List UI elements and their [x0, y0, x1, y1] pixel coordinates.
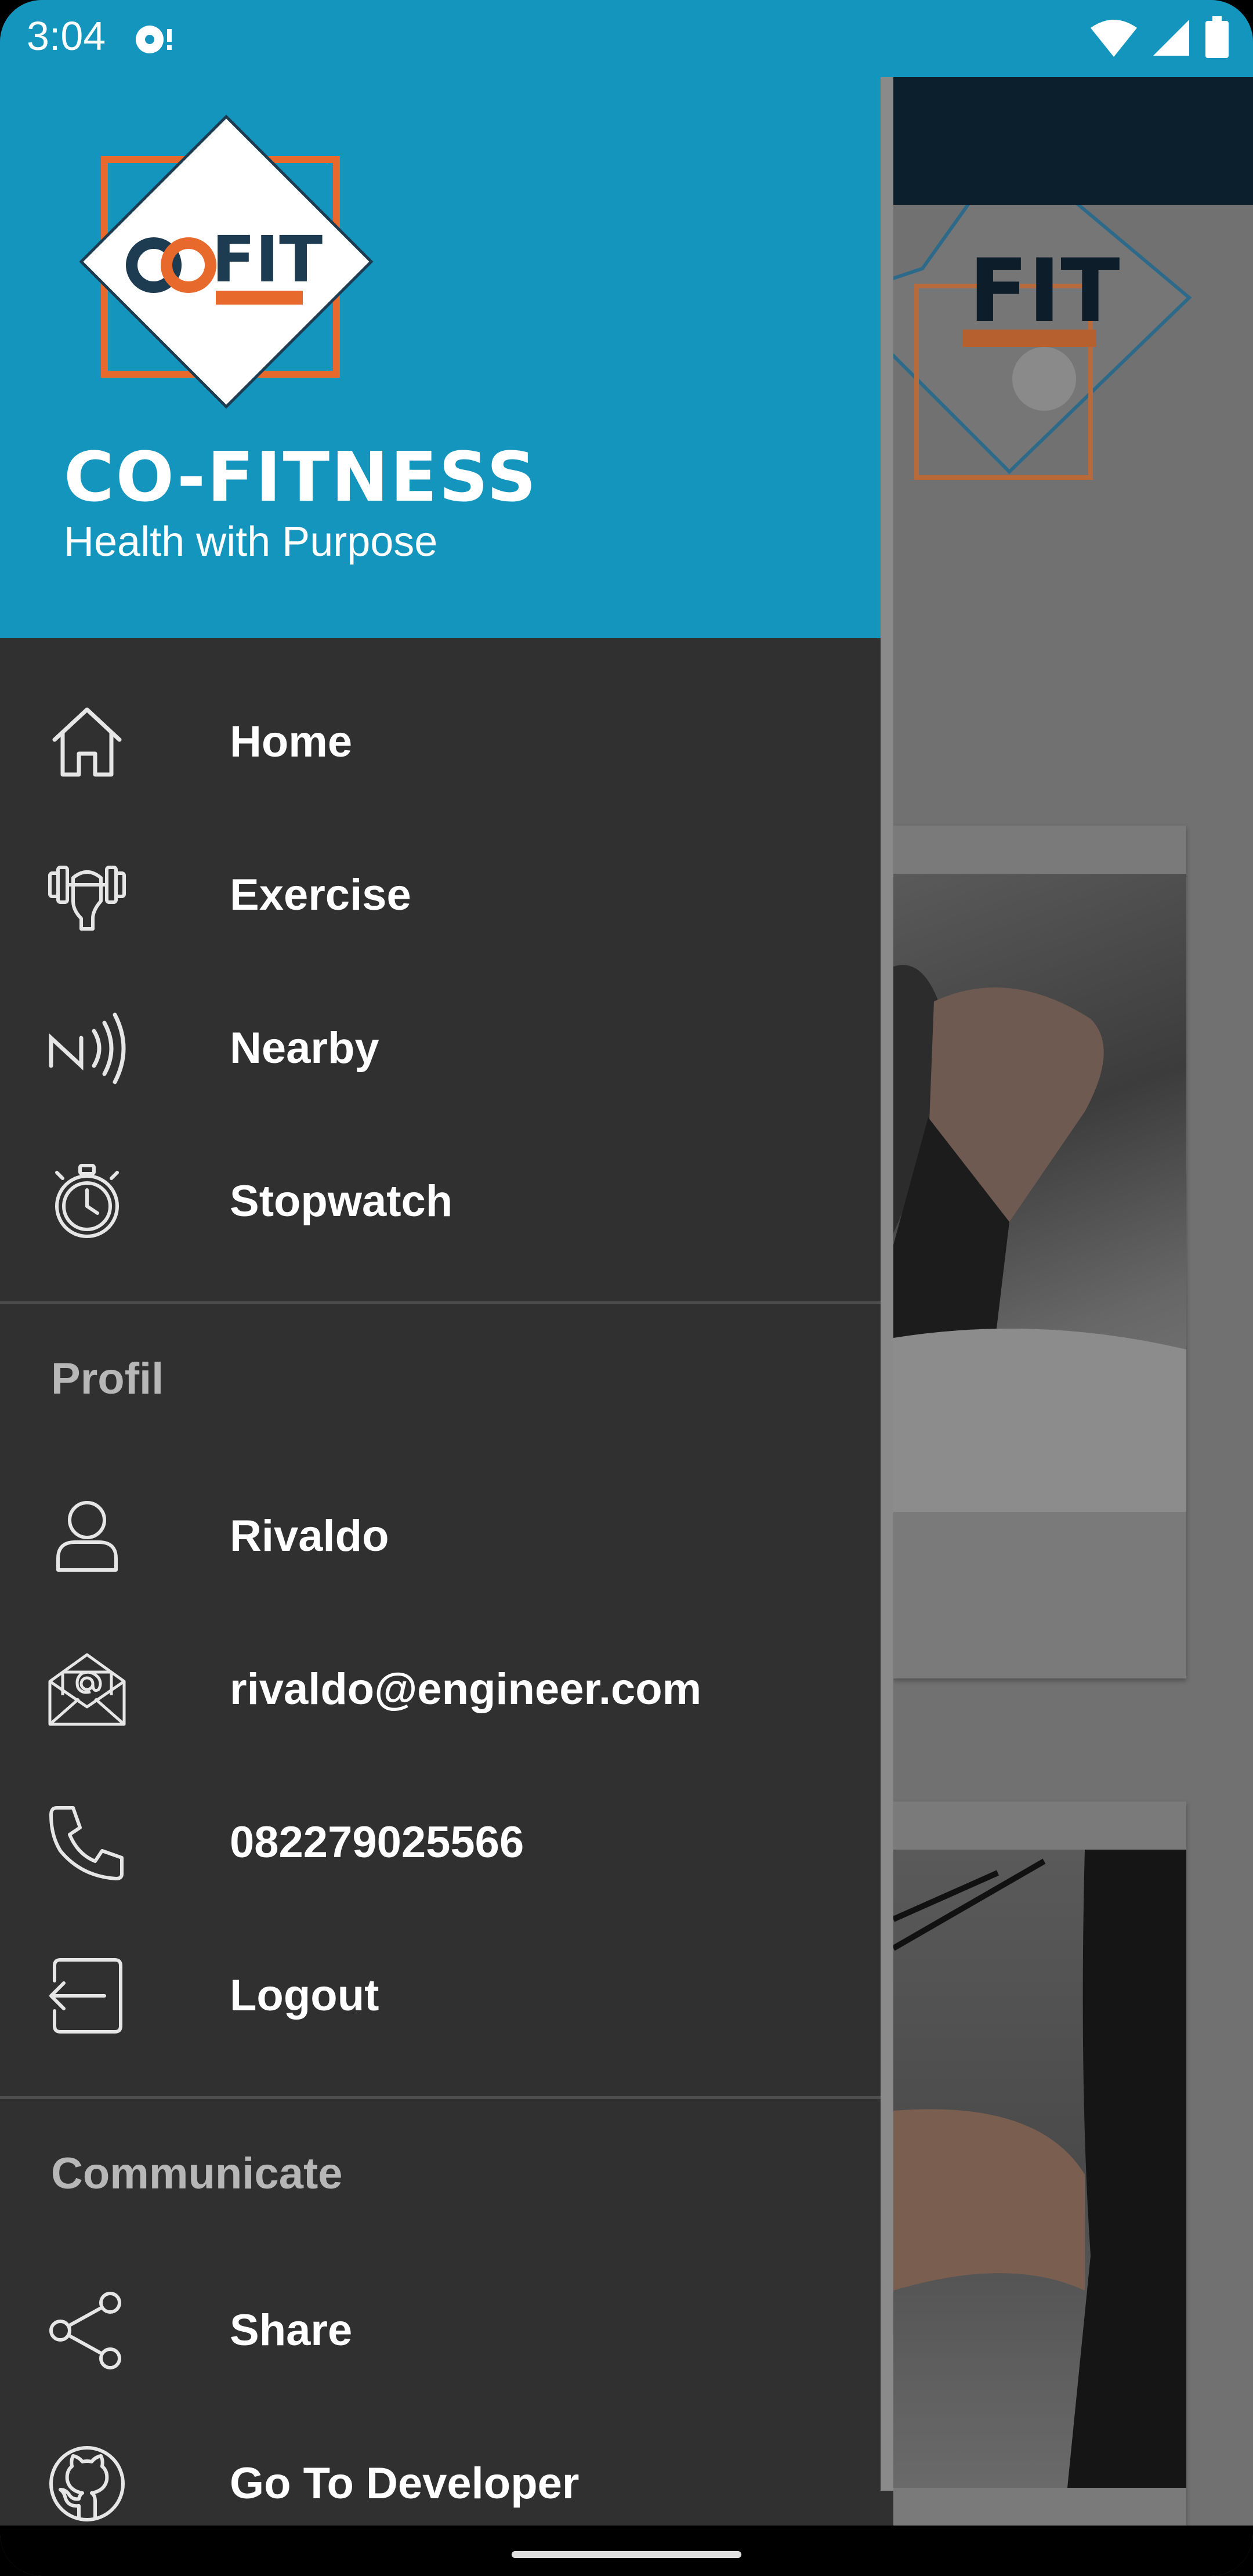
nav-label-stopwatch: Stopwatch	[230, 1177, 453, 1226]
app-tagline: Health with Purpose	[64, 519, 438, 565]
nav-item-share[interactable]: Share	[0, 2254, 893, 2407]
background-photo-2	[892, 1850, 1186, 2488]
nav-label-phone: 082279025566	[230, 1818, 524, 1867]
background-photo-1	[893, 874, 1186, 1512]
battery-icon	[1205, 16, 1229, 58]
nav-item-logout[interactable]: Logout	[0, 1919, 893, 2072]
section-title-communicate: Communicate	[51, 2149, 343, 2198]
stopwatch-icon	[55, 1164, 119, 1238]
logo-text: FIT	[212, 222, 323, 296]
background-app: FIT	[892, 77, 1253, 2576]
nav-label-nearby: Nearby	[230, 1023, 379, 1073]
svg-text:FIT: FIT	[969, 241, 1120, 342]
nfc-icon	[49, 1012, 126, 1084]
home-icon	[52, 707, 122, 777]
nav-item-email[interactable]: rivaldo@engineer.com	[0, 1613, 893, 1766]
nav-item-phone[interactable]: 082279025566	[0, 1766, 893, 1919]
github-icon	[49, 2446, 125, 2521]
nav-label-logout: Logout	[230, 1971, 379, 2020]
signal-icon	[1153, 20, 1189, 56]
status-icons	[1089, 16, 1230, 59]
navigation-drawer: FIT CO-FITNESS Health with Purpose Home	[0, 77, 893, 2526]
logout-icon	[49, 1958, 122, 2034]
drawer-header: FIT CO-FITNESS Health with Purpose	[0, 77, 893, 638]
nav-item-stopwatch[interactable]: Stopwatch	[0, 1125, 893, 1278]
status-bar: 3:04	[0, 0, 1253, 77]
workout-photo-2	[892, 1850, 1186, 2488]
nav-item-profile-name[interactable]: Rivaldo	[0, 1460, 893, 1613]
background-toolbar	[893, 77, 1253, 205]
media-notification-icon	[136, 26, 172, 53]
background-logo: FIT	[893, 205, 1192, 480]
status-time: 3:04	[27, 13, 106, 59]
workout-photo-1	[893, 965, 1186, 1512]
nav-label-exercise: Exercise	[230, 870, 411, 920]
email-icon	[48, 1653, 126, 1726]
app-logo: FIT	[79, 114, 374, 409]
nav-label-home: Home	[230, 717, 353, 766]
wifi-icon	[1091, 20, 1137, 57]
nav-item-home[interactable]: Home	[0, 665, 893, 819]
app-name: CO-FITNESS	[64, 437, 538, 517]
nav-label-share: Share	[230, 2306, 353, 2355]
nav-item-exercise[interactable]: Exercise	[0, 819, 893, 972]
home-gesture-handle[interactable]	[512, 2551, 741, 2558]
divider-2	[0, 2096, 893, 2099]
divider-1	[0, 1301, 893, 1304]
nav-label-email: rivaldo@engineer.com	[230, 1665, 702, 1714]
section-title-profil: Profil	[51, 1354, 164, 1403]
nav-item-nearby[interactable]: Nearby	[0, 972, 893, 1125]
dumbbell-icon	[48, 866, 126, 931]
phone-icon	[49, 1806, 124, 1880]
user-icon	[56, 1501, 118, 1572]
screen: 3:04 FIT FIT CO-FITNESS Health with Purp…	[0, 0, 1253, 2576]
nav-label-profile-name: Rivaldo	[230, 1511, 389, 1561]
drawer-scrollbar[interactable]	[881, 77, 893, 2491]
background-content: FIT	[892, 205, 1253, 2576]
share-icon	[49, 2292, 121, 2369]
